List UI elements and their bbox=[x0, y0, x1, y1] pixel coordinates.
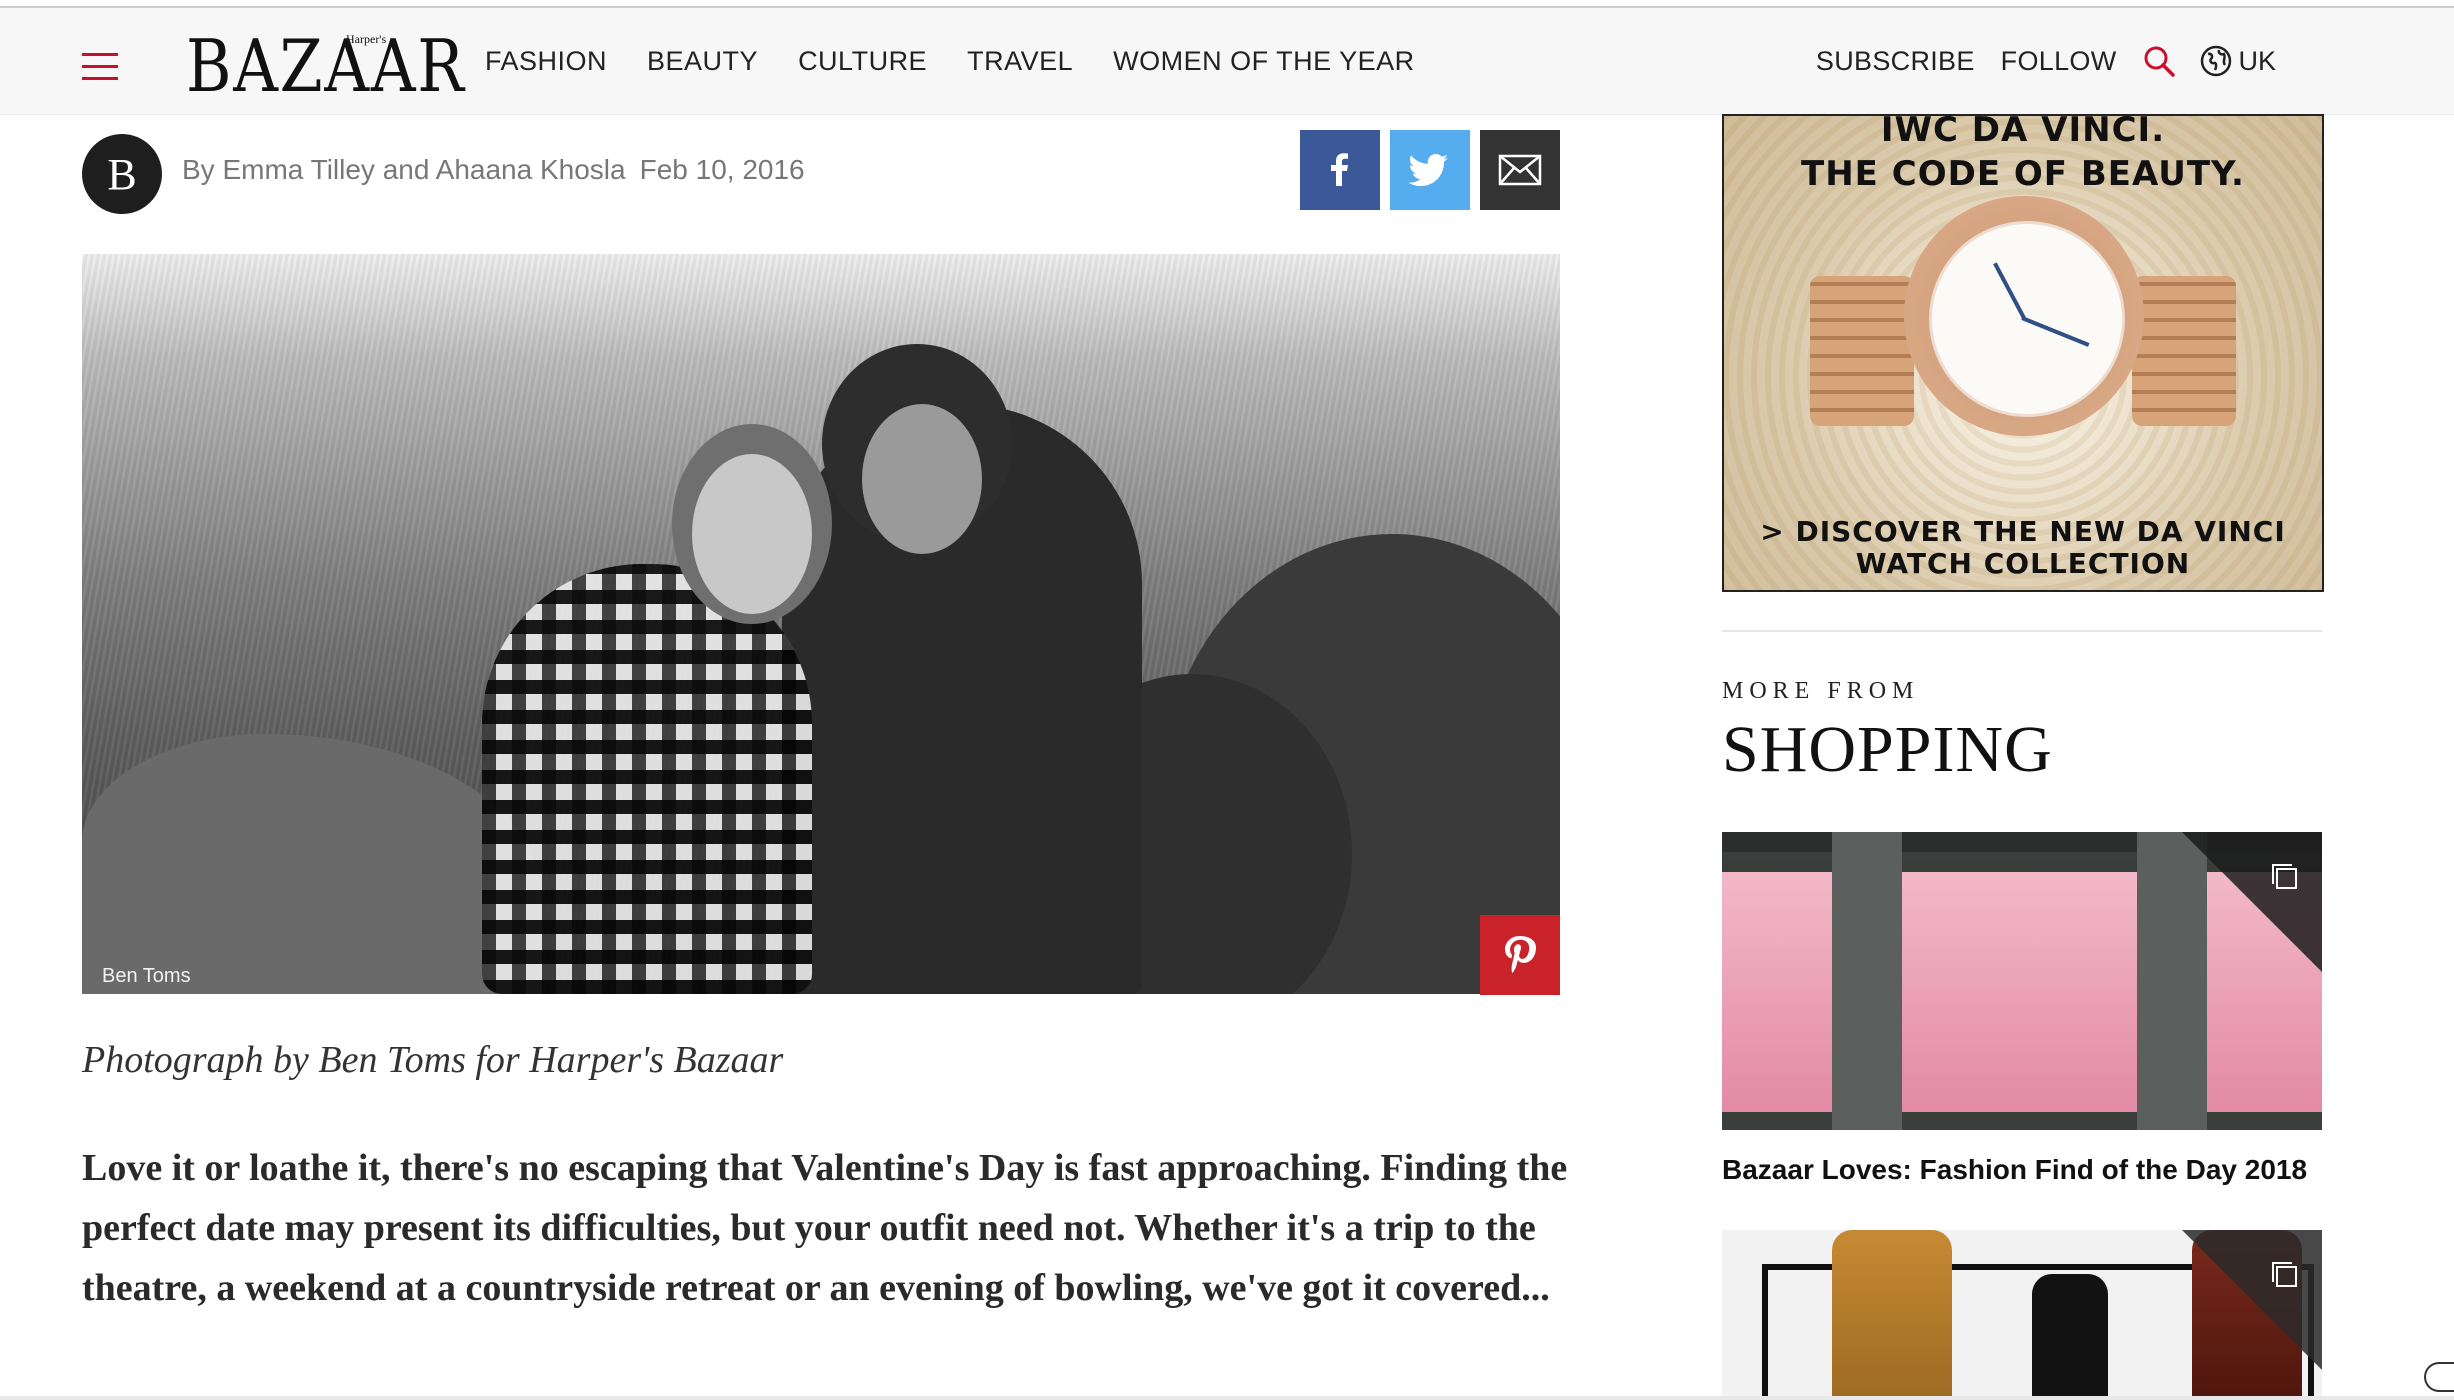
subscribe-link[interactable]: SUBSCRIBE bbox=[1816, 46, 1975, 77]
browser-bottom-edge bbox=[0, 1396, 2454, 1400]
shopping-card-title[interactable]: Bazaar Loves: Fashion Find of the Day 20… bbox=[1722, 1154, 2307, 1186]
floating-widget-tab[interactable] bbox=[2424, 1362, 2454, 1392]
pin-it-button[interactable] bbox=[1480, 915, 1560, 995]
author-avatar[interactable]: B bbox=[82, 134, 162, 214]
globe-icon bbox=[2201, 45, 2232, 77]
article-intro: Love it or loathe it, there's no escapin… bbox=[82, 1147, 1568, 1309]
email-icon bbox=[1498, 154, 1542, 186]
publish-date: Feb 10, 2016 bbox=[639, 154, 805, 185]
nav-item-beauty[interactable]: BEAUTY bbox=[647, 46, 758, 77]
card2-black-boot bbox=[2032, 1274, 2108, 1400]
card-corner-overlay bbox=[2182, 832, 2322, 972]
follow-link[interactable]: FOLLOW bbox=[2001, 46, 2117, 77]
hero-man-face bbox=[862, 404, 982, 554]
author-names[interactable]: By Emma Tilley and Ahaana Khosla bbox=[182, 154, 626, 185]
ad-cta-line-1: > DISCOVER THE NEW DA VINCI bbox=[1760, 515, 2286, 548]
ad-watch-strap-left bbox=[1810, 276, 1914, 426]
hero-woman-face bbox=[692, 454, 812, 614]
site-header: BAZAAR Harper's FASHION BEAUTY CULTURE T… bbox=[0, 8, 2454, 115]
hero-image: Ben Toms bbox=[82, 254, 1560, 994]
nav-item-travel[interactable]: TRAVEL bbox=[967, 46, 1073, 77]
storefront-window bbox=[1722, 872, 1832, 1112]
browser-top-edge bbox=[0, 0, 2454, 8]
nav-item-women-of-the-year[interactable]: WOMEN OF THE YEAR bbox=[1113, 46, 1415, 77]
region-label: UK bbox=[2238, 45, 2276, 76]
nav-item-culture[interactable]: CULTURE bbox=[798, 46, 927, 77]
storefront-pillar bbox=[1832, 832, 1902, 1130]
header-actions: SUBSCRIBE FOLLOW UK bbox=[1816, 8, 2454, 114]
facebook-icon bbox=[1331, 153, 1348, 186]
card2-tan-boot bbox=[1832, 1230, 1952, 1400]
ad-watch-strap-right bbox=[2132, 276, 2236, 426]
ad-cta: > DISCOVER THE NEW DA VINCI WATCH COLLEC… bbox=[1724, 516, 2322, 580]
site-logo[interactable]: BAZAAR bbox=[186, 26, 466, 106]
gallery-icon bbox=[2272, 1262, 2297, 1287]
pinterest-icon bbox=[1505, 936, 1536, 973]
twitter-icon bbox=[1408, 154, 1448, 187]
share-twitter-button[interactable] bbox=[1390, 130, 1470, 210]
hamburger-icon[interactable] bbox=[82, 48, 118, 84]
iwc-advertisement[interactable]: IWC DA VINCI. THE CODE OF BEAUTY. > DISC… bbox=[1722, 114, 2324, 592]
ad-headline-line-2: THE CODE OF BEAUTY. bbox=[1801, 154, 2245, 194]
ad-cta-line-2: WATCH COLLECTION bbox=[1855, 547, 2191, 580]
site-logo-small: Harper's bbox=[346, 32, 387, 46]
gallery-icon bbox=[2272, 864, 2297, 889]
nav-item-fashion[interactable]: FASHION bbox=[485, 46, 607, 77]
share-facebook-button[interactable] bbox=[1300, 130, 1380, 210]
storefront-window bbox=[1902, 872, 2137, 1112]
region-selector[interactable]: UK bbox=[2200, 45, 2276, 77]
share-email-button[interactable] bbox=[1480, 130, 1560, 210]
sidebar-divider bbox=[1722, 630, 2322, 632]
ad-headline: IWC DA VINCI. THE CODE OF BEAUTY. bbox=[1724, 114, 2322, 196]
hero-checked-coat bbox=[482, 564, 812, 994]
byline: By Emma Tilley and Ahaana Khosla Feb 10, … bbox=[182, 154, 805, 186]
shopping-card-image[interactable] bbox=[1722, 832, 2322, 1130]
shopping-card-image-2[interactable] bbox=[1722, 1230, 2322, 1400]
main-nav: FASHION BEAUTY CULTURE TRAVEL WOMEN OF T… bbox=[485, 8, 1455, 114]
section-title[interactable]: SHOPPING bbox=[1722, 712, 2053, 788]
photo-caption: Photograph by Ben Toms for Harper's Baza… bbox=[82, 1039, 784, 1081]
search-icon[interactable] bbox=[2142, 44, 2176, 78]
section-kicker: MORE FROM bbox=[1722, 678, 1920, 704]
card-corner-overlay bbox=[2182, 1230, 2322, 1370]
photo-credit: Ben Toms bbox=[102, 965, 191, 987]
ad-headline-line-1: IWC DA VINCI. bbox=[1880, 114, 2166, 150]
